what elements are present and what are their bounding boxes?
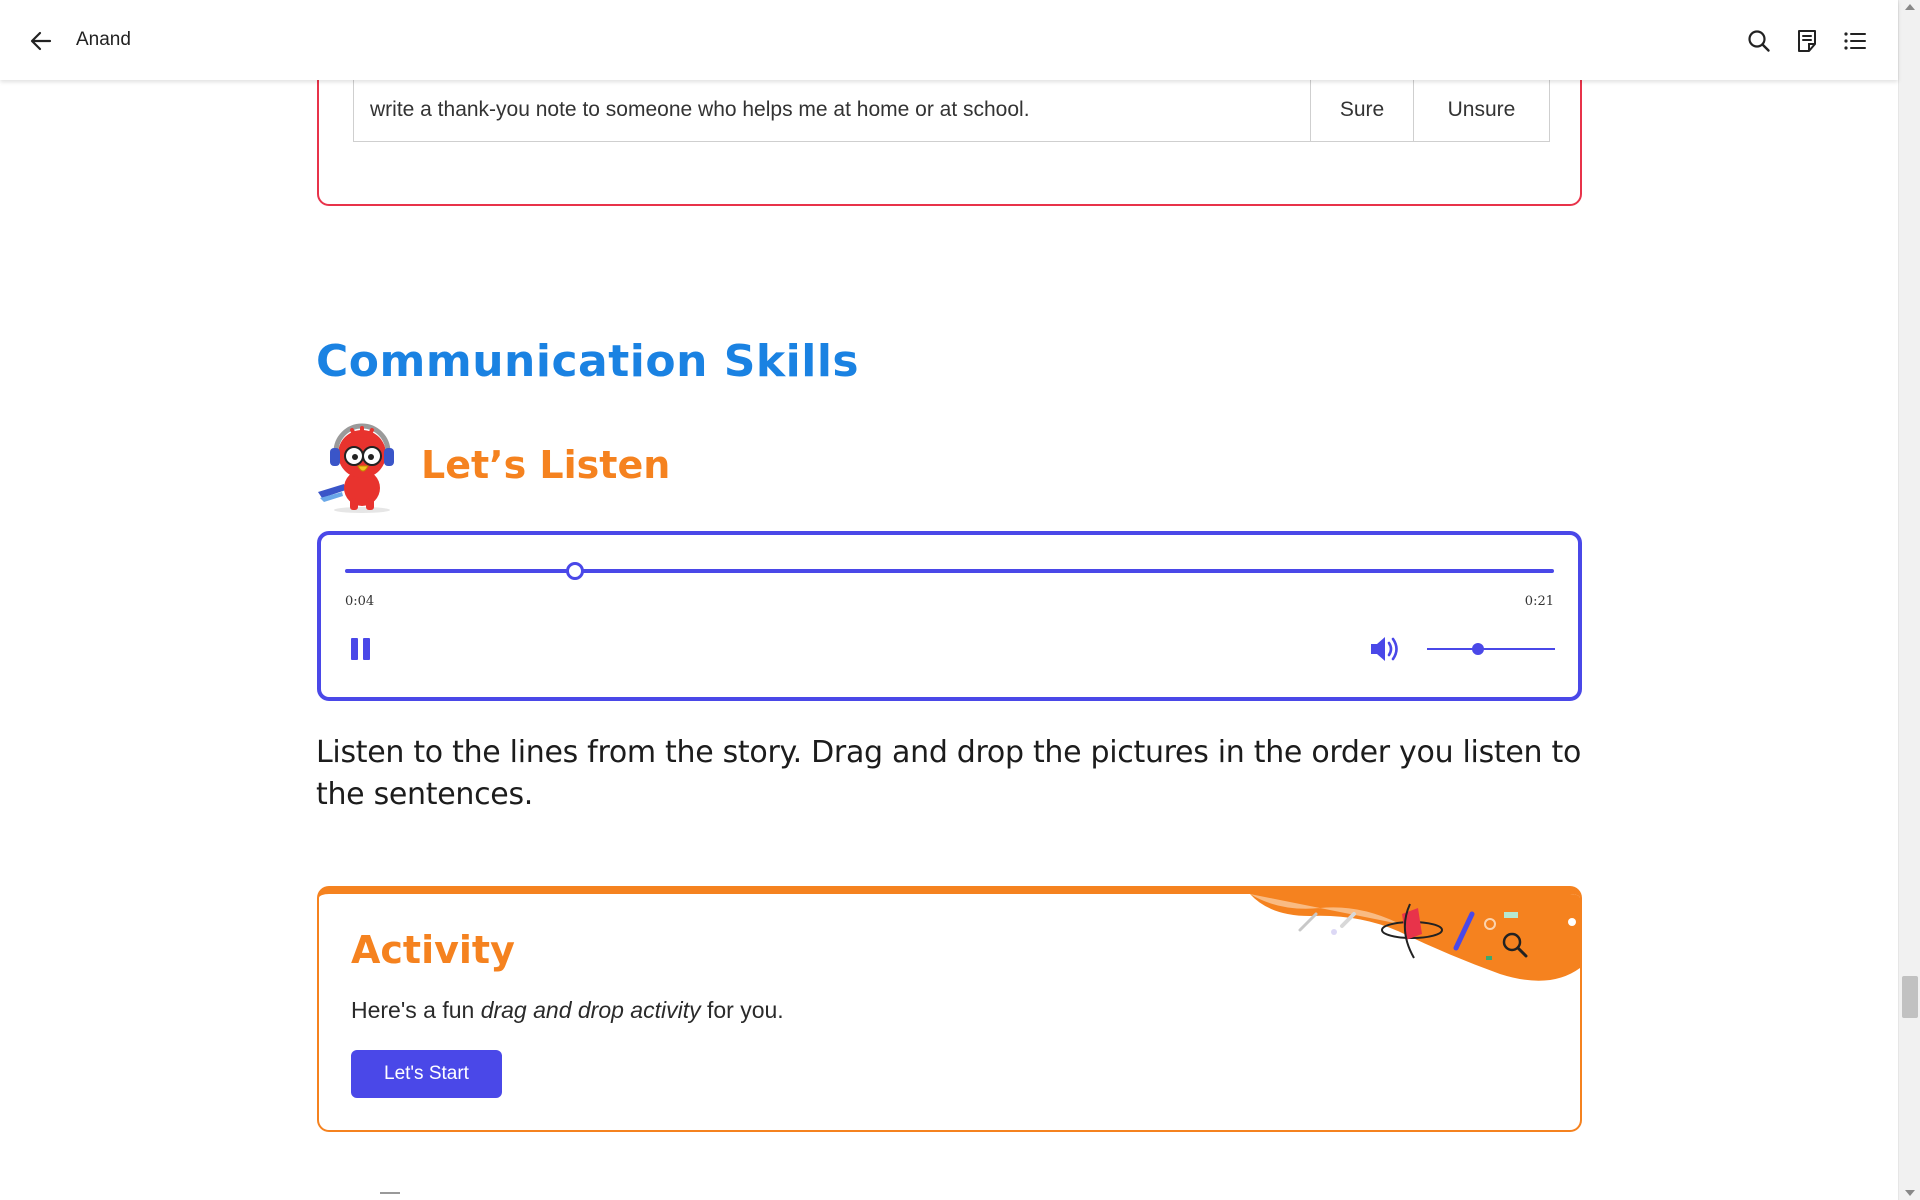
volume-icon[interactable] xyxy=(1369,634,1401,664)
self-assessment-row: write a thank-you note to someone who he… xyxy=(353,78,1550,142)
listening-instruction: Listen to the lines from the story. Drag… xyxy=(316,735,1582,812)
notes-icon[interactable] xyxy=(1792,26,1822,56)
activity-card: Activity Here's a fun drag and drop acti… xyxy=(317,886,1582,1132)
table-of-contents-icon[interactable] xyxy=(1840,26,1870,56)
option-unsure[interactable]: Unsure xyxy=(1414,78,1549,141)
section-heading: Communication Skills xyxy=(316,336,860,387)
pause-icon[interactable] xyxy=(351,638,373,662)
page-scrollbar[interactable] xyxy=(1898,0,1920,1200)
search-icon[interactable] xyxy=(1744,26,1774,56)
option-sure[interactable]: Sure xyxy=(1311,78,1414,141)
current-time: 0:04 xyxy=(345,594,375,609)
volume-slider[interactable] xyxy=(1427,648,1555,650)
lets-listen-title: Let’s Listen xyxy=(421,443,671,487)
volume-handle[interactable] xyxy=(1472,643,1485,655)
next-section-peek xyxy=(380,1192,400,1194)
seek-bar[interactable] xyxy=(345,569,1554,573)
activity-description: Here's a fun drag and drop activity for … xyxy=(351,997,784,1023)
activity-title: Activity xyxy=(351,928,515,972)
stationery-decoration-icon xyxy=(1250,894,1580,984)
scroll-thumb[interactable] xyxy=(1902,976,1918,1018)
lets-start-button[interactable]: Let's Start xyxy=(351,1050,502,1098)
self-assessment-statement: write a thank-you note to someone who he… xyxy=(354,78,1311,141)
book-title: Anand xyxy=(76,29,131,50)
seek-handle[interactable] xyxy=(565,562,584,580)
back-arrow-icon[interactable] xyxy=(26,26,56,56)
total-time: 0:21 xyxy=(1524,594,1554,609)
top-bar: Anand xyxy=(0,0,1898,80)
audio-player: 0:04 0:21 xyxy=(317,531,1582,701)
header-actions xyxy=(1744,26,1870,56)
parrot-mascot-icon xyxy=(316,422,406,514)
scroll-up-arrow-icon[interactable] xyxy=(1905,4,1915,10)
scroll-down-arrow-icon[interactable] xyxy=(1905,1190,1915,1196)
